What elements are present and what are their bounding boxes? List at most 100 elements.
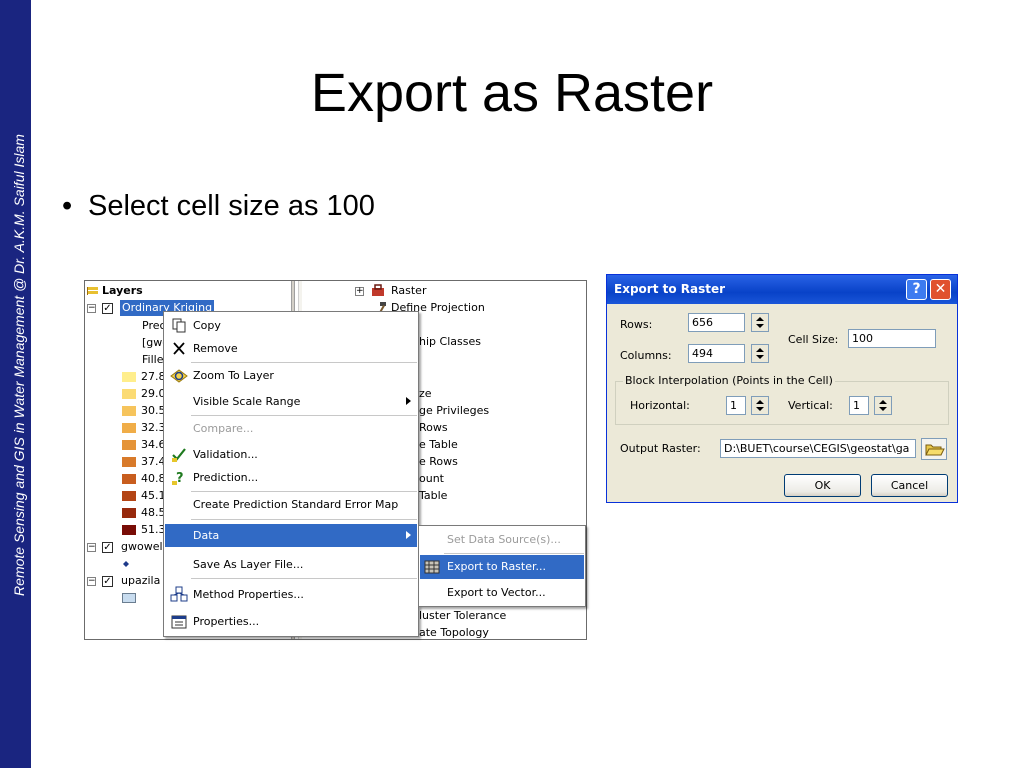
legend-swatch[interactable] bbox=[122, 389, 136, 399]
legend-swatch[interactable] bbox=[122, 406, 136, 416]
legend-swatch[interactable] bbox=[122, 372, 136, 382]
tool-cluster-tolerance[interactable]: luster Tolerance bbox=[419, 608, 506, 624]
legend-swatch[interactable] bbox=[122, 525, 136, 535]
toc-root-label: Layers bbox=[102, 284, 143, 297]
block-interpolation-label: Block Interpolation (Points in the Cell) bbox=[623, 374, 835, 387]
spin-down-icon bbox=[756, 355, 764, 359]
submenu-item-set-data-source: Set Data Source(s)... bbox=[420, 528, 584, 552]
menu-label: Remove bbox=[193, 342, 238, 355]
bullet-dot: • bbox=[62, 190, 73, 222]
legend-class-label: 51.3 bbox=[141, 523, 166, 536]
collapse-toggle[interactable]: − bbox=[87, 577, 96, 586]
legend-swatch[interactable] bbox=[122, 508, 136, 518]
output-raster-input[interactable]: D:\BUET\course\CEGIS\geostat\ga bbox=[720, 439, 916, 458]
menu-item-method-properties[interactable]: Method Properties... bbox=[165, 583, 417, 606]
rows-input[interactable]: 656 bbox=[688, 313, 745, 332]
close-button[interactable]: ✕ bbox=[930, 279, 951, 300]
menu-label: Export to Raster... bbox=[447, 560, 546, 573]
menu-item-zoom-to-layer[interactable]: Zoom To Layer bbox=[165, 364, 417, 387]
submenu-arrow-icon bbox=[406, 531, 411, 539]
menu-separator bbox=[191, 491, 417, 492]
legend-class-label: 48.5 bbox=[141, 506, 166, 519]
expand-toggle[interactable]: + bbox=[355, 287, 364, 296]
legend-swatch[interactable] bbox=[122, 440, 136, 450]
tool-validate-topology[interactable]: ate Topology bbox=[419, 625, 489, 639]
spin-up-icon bbox=[879, 400, 887, 404]
menu-item-create-prediction-standard-error-map[interactable]: Create Prediction Standard Error Map bbox=[165, 493, 417, 516]
spin-up-icon bbox=[756, 348, 764, 352]
open-folder-icon bbox=[925, 444, 945, 456]
dialog-title: Export to Raster bbox=[614, 282, 726, 296]
menu-separator bbox=[191, 519, 417, 520]
spin-down-icon bbox=[756, 324, 764, 328]
menu-separator bbox=[191, 362, 417, 363]
menu-label: Set Data Source(s)... bbox=[447, 533, 561, 546]
columns-input[interactable]: 494 bbox=[688, 344, 745, 363]
layers-icon bbox=[87, 287, 98, 295]
dialog-title-bar[interactable]: Export to Raster ? ✕ bbox=[607, 275, 957, 304]
remove-x-icon bbox=[173, 342, 185, 355]
layer-checkbox[interactable]: ✓ bbox=[102, 576, 113, 587]
context-menu: Copy Remove Zoom To Layer Visible Scale … bbox=[163, 311, 419, 637]
data-submenu: Set Data Source(s)... Export to Raster..… bbox=[418, 525, 586, 607]
menu-label: Copy bbox=[193, 319, 221, 332]
tool-rows[interactable]: Rows bbox=[419, 420, 448, 436]
menu-item-visible-scale-range[interactable]: Visible Scale Range bbox=[165, 390, 417, 413]
ok-button[interactable]: OK bbox=[784, 474, 861, 497]
point-symbol-icon bbox=[123, 561, 129, 567]
menu-label: Properties... bbox=[193, 615, 260, 628]
toc-layer-upazila[interactable]: upazila bbox=[121, 573, 160, 589]
slide-title: Export as Raster bbox=[310, 63, 714, 123]
properties-icon bbox=[171, 615, 187, 629]
menu-item-compare: Compare... bbox=[165, 417, 417, 440]
vertical-label: Vertical: bbox=[788, 399, 833, 412]
submenu-item-export-to-raster[interactable]: Export to Raster... bbox=[420, 555, 584, 579]
menu-label: Prediction... bbox=[193, 471, 259, 484]
tool-e-rows[interactable]: e Rows bbox=[419, 454, 458, 470]
tool-ze[interactable]: ze bbox=[419, 386, 432, 402]
menu-item-validation[interactable]: Validation... bbox=[165, 443, 417, 466]
legend-swatch[interactable] bbox=[122, 423, 136, 433]
cell-size-input[interactable]: 100 bbox=[848, 329, 936, 348]
browse-button[interactable] bbox=[921, 438, 947, 460]
cancel-button[interactable]: Cancel bbox=[871, 474, 948, 497]
menu-label: Create Prediction Standard Error Map bbox=[193, 498, 399, 511]
polygon-symbol bbox=[122, 593, 136, 603]
legend-class-label: 40.8 bbox=[141, 472, 166, 485]
copy-icon bbox=[172, 318, 186, 333]
menu-item-properties[interactable]: Properties... bbox=[165, 610, 417, 633]
layer-checkbox[interactable]: ✓ bbox=[102, 303, 113, 314]
tool-table-2[interactable]: Table bbox=[419, 488, 447, 504]
horizontal-spinner[interactable] bbox=[751, 396, 769, 415]
rows-spinner[interactable] bbox=[751, 313, 769, 332]
horizontal-label: Horizontal: bbox=[630, 399, 690, 412]
layer-checkbox[interactable]: ✓ bbox=[102, 542, 113, 553]
bullet-text: Select cell size as 100 bbox=[88, 190, 375, 222]
horizontal-input[interactable]: 1 bbox=[726, 396, 746, 415]
submenu-item-export-to-vector[interactable]: Export to Vector... bbox=[420, 581, 584, 605]
legend-swatch[interactable] bbox=[122, 491, 136, 501]
tool-table[interactable]: e Table bbox=[419, 437, 458, 453]
legend-swatch[interactable] bbox=[122, 474, 136, 484]
collapse-toggle[interactable]: − bbox=[87, 543, 96, 552]
menu-item-data[interactable]: Data bbox=[165, 524, 417, 547]
menu-label: Export to Vector... bbox=[447, 586, 546, 599]
legend-swatch[interactable] bbox=[122, 457, 136, 467]
vertical-spinner[interactable] bbox=[874, 396, 892, 415]
export-to-raster-dialog: Export to Raster ? ✕ Rows: 656 Columns: … bbox=[606, 274, 958, 503]
menu-item-save-as-layer-file[interactable]: Save As Layer File... bbox=[165, 553, 417, 576]
menu-item-remove[interactable]: Remove bbox=[165, 337, 417, 360]
legend-class-label: 29.0 bbox=[141, 387, 166, 400]
vertical-input[interactable]: 1 bbox=[849, 396, 869, 415]
tool-privileges[interactable]: ge Privileges bbox=[419, 403, 489, 419]
tool-count[interactable]: ount bbox=[419, 471, 444, 487]
tool-raster[interactable]: Raster bbox=[391, 283, 426, 299]
menu-item-copy[interactable]: Copy bbox=[165, 314, 417, 337]
help-button[interactable]: ? bbox=[906, 279, 927, 300]
columns-spinner[interactable] bbox=[751, 344, 769, 363]
menu-label: Zoom To Layer bbox=[193, 369, 274, 382]
spin-up-icon bbox=[756, 400, 764, 404]
menu-item-prediction[interactable]: ? Prediction... bbox=[165, 466, 417, 489]
tool-relationship-classes[interactable]: hip Classes bbox=[419, 334, 481, 350]
collapse-toggle[interactable]: − bbox=[87, 304, 96, 313]
